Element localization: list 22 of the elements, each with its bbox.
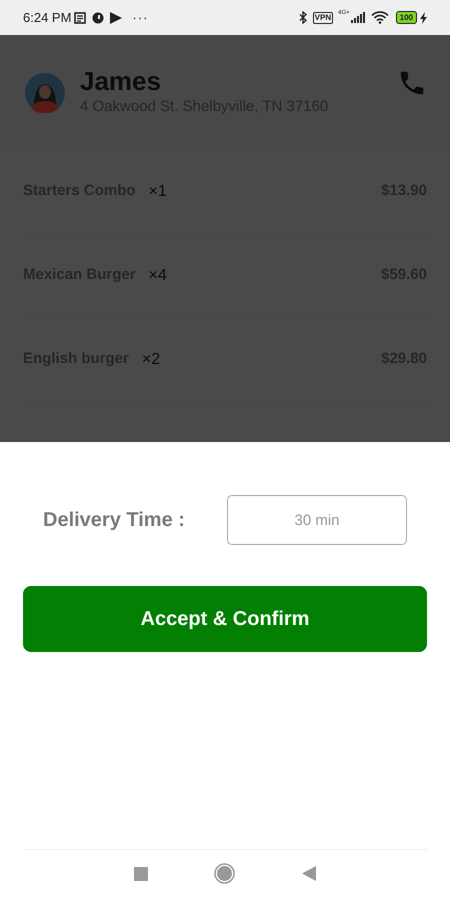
- delivery-time-label: Delivery Time :: [43, 508, 186, 533]
- delivery-time-field[interactable]: 30 min: [227, 495, 407, 545]
- status-time: 6:24 PM: [23, 8, 72, 27]
- wifi-icon: [370, 11, 389, 24]
- accept-confirm-button[interactable]: Accept & Confirm: [23, 586, 427, 652]
- bluetooth-icon: [298, 11, 307, 24]
- signal-icon: [350, 12, 365, 23]
- customer-name: James: [80, 66, 162, 96]
- item-quantity: ×1: [148, 182, 167, 202]
- news-icon: [74, 12, 86, 24]
- play-icon: [109, 12, 122, 24]
- back-icon[interactable]: [302, 866, 316, 881]
- vpn-badge: VPN: [312, 12, 334, 24]
- recents-icon[interactable]: [134, 866, 148, 880]
- item-quantity: ×4: [148, 266, 167, 286]
- avatar: [23, 72, 68, 112]
- battery-indicator: 100: [396, 11, 417, 24]
- item-quantity: ×2: [142, 350, 160, 370]
- more-indicator: ···: [132, 8, 148, 27]
- circle-icon: [92, 12, 104, 24]
- home-icon[interactable]: [214, 863, 236, 884]
- charging-icon: [420, 12, 427, 24]
